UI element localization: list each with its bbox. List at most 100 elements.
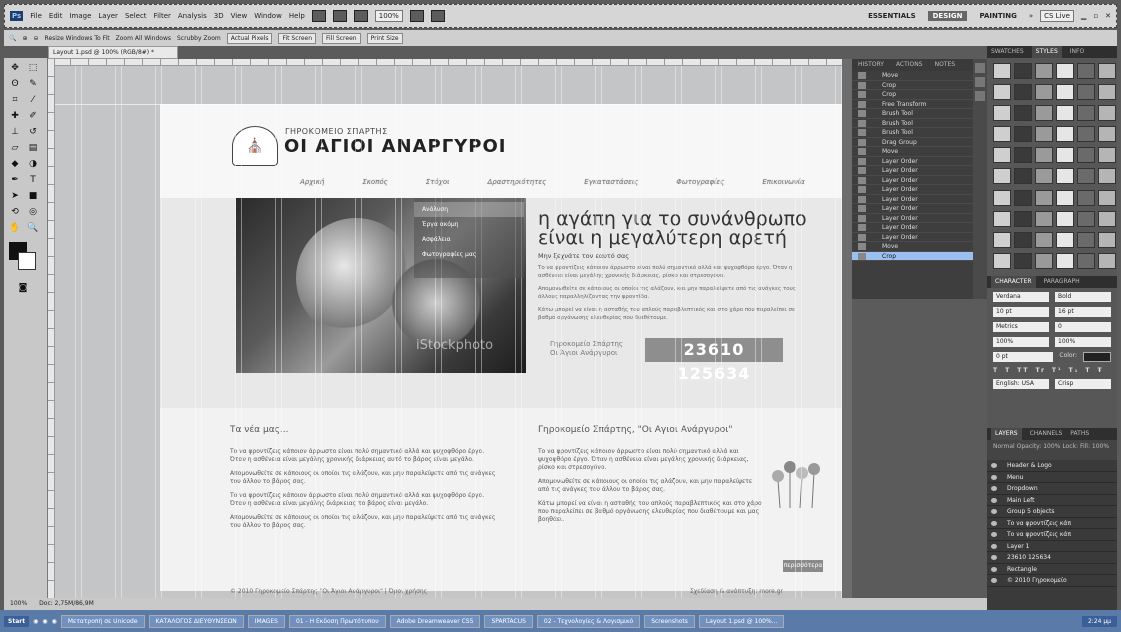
vertical-scale-field[interactable]: 100% xyxy=(993,337,1049,347)
layer-item[interactable]: 23610 125634 xyxy=(987,552,1117,564)
strikethrough-button[interactable]: Ŧ xyxy=(1097,367,1103,374)
layer-item[interactable]: Menu xyxy=(987,472,1117,483)
zoom-out-icon[interactable]: ⊖ xyxy=(34,35,39,42)
history-item[interactable]: Layer Order xyxy=(852,233,973,242)
style-swatch[interactable] xyxy=(1014,63,1032,79)
style-swatch[interactable] xyxy=(1098,231,1116,248)
horizontal-scale-field[interactable]: 100% xyxy=(1055,337,1111,347)
fit-screen-button[interactable]: Fit Screen xyxy=(278,32,317,44)
style-swatch[interactable] xyxy=(1077,63,1095,79)
menu-file[interactable]: File xyxy=(30,12,42,20)
style-swatch[interactable] xyxy=(1077,84,1095,101)
quicklaunch-icon[interactable]: ◉ xyxy=(33,618,38,625)
style-swatch[interactable] xyxy=(1098,126,1116,143)
style-swatch[interactable] xyxy=(1035,105,1053,122)
taskbar-item[interactable]: Μετατροπή σε Unicode xyxy=(60,614,145,628)
font-size-field[interactable]: 10 pt xyxy=(993,307,1049,317)
tab-paths[interactable]: PATHS xyxy=(1070,428,1089,440)
menu-layer[interactable]: Layer xyxy=(98,12,118,20)
history-item[interactable]: Brush Tool xyxy=(852,128,973,138)
history-item[interactable]: Brush Tool xyxy=(852,109,973,119)
status-zoom[interactable]: 100% xyxy=(10,600,27,608)
fill-field[interactable]: 100% xyxy=(1092,443,1109,450)
quick-mask-icon[interactable]: ◙ xyxy=(16,282,30,294)
style-swatch[interactable] xyxy=(1077,252,1095,269)
style-swatch[interactable] xyxy=(1035,63,1053,79)
font-style-select[interactable]: Bold xyxy=(1055,292,1111,302)
fill-screen-button[interactable]: Fill Screen xyxy=(322,32,361,44)
tab-swatches[interactable]: SWATCHES xyxy=(991,46,1024,58)
style-swatch[interactable] xyxy=(993,189,1011,206)
actions-panel-icon[interactable] xyxy=(975,77,985,87)
small-caps-button[interactable]: Tr xyxy=(1036,367,1046,374)
history-item[interactable]: Layer Order xyxy=(852,204,973,214)
style-swatch[interactable] xyxy=(1035,147,1053,164)
style-swatch[interactable] xyxy=(1056,126,1074,143)
document-tab[interactable]: Layout 1.psd @ 100% (RGB/8#) * xyxy=(48,46,178,59)
layer-item[interactable]: Dropdown xyxy=(987,483,1117,495)
style-swatch[interactable] xyxy=(1014,168,1032,185)
quicklaunch-icon[interactable]: ◉ xyxy=(52,618,57,625)
minibridge-button[interactable] xyxy=(332,10,347,22)
style-swatch[interactable] xyxy=(1077,231,1095,248)
taskbar-item[interactable]: Adobe Dreamweaver CS5 xyxy=(389,614,481,628)
history-item[interactable]: Layer Order xyxy=(852,214,973,223)
workspace-painting[interactable]: PAINTING xyxy=(974,11,1021,21)
actual-pixels-button[interactable]: Actual Pixels xyxy=(226,32,273,44)
tab-paragraph[interactable]: PARAGRAPH xyxy=(1044,276,1080,288)
history-item[interactable]: Crop xyxy=(852,251,973,261)
taskbar-item[interactable]: SPARTACUS xyxy=(484,614,533,628)
taskbar-item[interactable]: Layout 1.psd @ 100%... xyxy=(698,614,785,628)
healing-brush-icon[interactable]: ✚ xyxy=(8,110,22,122)
style-swatch[interactable] xyxy=(1035,231,1053,248)
history-item[interactable]: Layer Order xyxy=(852,223,973,233)
leading-field[interactable]: 16 pt xyxy=(1055,307,1111,317)
history-brush-icon[interactable]: ↺ xyxy=(26,126,40,138)
start-button[interactable]: Start xyxy=(4,615,30,627)
horizontal-ruler[interactable] xyxy=(52,59,842,66)
quick-select-tool-icon[interactable]: ✎ xyxy=(26,78,40,90)
minimize-icon[interactable]: ▁ xyxy=(1081,12,1086,20)
history-item[interactable]: Drag Group xyxy=(852,138,973,147)
shape-tool-icon[interactable]: ■ xyxy=(26,190,40,202)
style-swatch[interactable] xyxy=(993,126,1011,143)
taskbar-item[interactable]: 01 - Η Εκδοση Πρωτότυπου xyxy=(288,614,386,628)
view-extras-button[interactable] xyxy=(353,10,368,22)
taskbar-item[interactable]: ΚΑΤΑΛΟΓΟΣ ΔΙΕΥΘΥΝΣΕΩΝ xyxy=(148,614,244,628)
history-item[interactable]: Layer Order xyxy=(852,157,973,166)
history-item[interactable]: Move xyxy=(852,147,973,157)
subscript-button[interactable]: T₁ xyxy=(1069,367,1080,374)
faux-italic-button[interactable]: T xyxy=(1005,367,1011,374)
cs-live-button[interactable]: CS Live xyxy=(1040,10,1074,22)
notes-panel-icon[interactable] xyxy=(975,91,985,101)
style-swatch[interactable] xyxy=(1035,168,1053,185)
superscript-button[interactable]: T¹ xyxy=(1052,367,1063,374)
zoom-select[interactable]: 100% xyxy=(374,10,403,22)
style-swatch[interactable] xyxy=(1035,252,1053,269)
vertical-ruler[interactable] xyxy=(48,59,55,599)
tab-channels[interactable]: CHANNELS xyxy=(1030,428,1063,440)
style-swatch[interactable] xyxy=(993,105,1011,122)
language-select[interactable]: English: USA xyxy=(993,379,1049,389)
style-swatch[interactable] xyxy=(1056,63,1074,79)
taskbar-item[interactable]: Screenshots xyxy=(644,614,695,628)
style-swatch[interactable] xyxy=(1035,126,1053,143)
workspace-overflow-button[interactable]: » xyxy=(1029,12,1033,20)
tracking-field[interactable]: 0 xyxy=(1055,322,1111,332)
layer-item[interactable]: Το να φροντίζεις κάπ xyxy=(987,518,1117,529)
lasso-tool-icon[interactable]: ʘ xyxy=(8,78,22,90)
history-item[interactable]: Move xyxy=(852,242,973,252)
gradient-tool-icon[interactable]: ▤ xyxy=(26,142,40,154)
style-swatch[interactable] xyxy=(1014,189,1032,206)
style-swatch[interactable] xyxy=(993,231,1011,248)
3d-rotate-icon[interactable]: ⟲ xyxy=(8,206,22,218)
tab-character[interactable]: CHARACTER xyxy=(991,276,1036,288)
layer-item[interactable]: Main Left xyxy=(987,495,1117,506)
style-swatch[interactable] xyxy=(1077,105,1095,122)
workspace-design[interactable]: DESIGN xyxy=(927,11,968,21)
layer-item[interactable]: Layer 1 xyxy=(987,541,1117,552)
pen-tool-icon[interactable]: ✒ xyxy=(8,174,22,186)
panel-dock-strip[interactable] xyxy=(842,59,852,599)
style-swatch[interactable] xyxy=(993,252,1011,269)
status-doc-size[interactable]: Doc: 2,75M/86,9M xyxy=(39,600,94,608)
